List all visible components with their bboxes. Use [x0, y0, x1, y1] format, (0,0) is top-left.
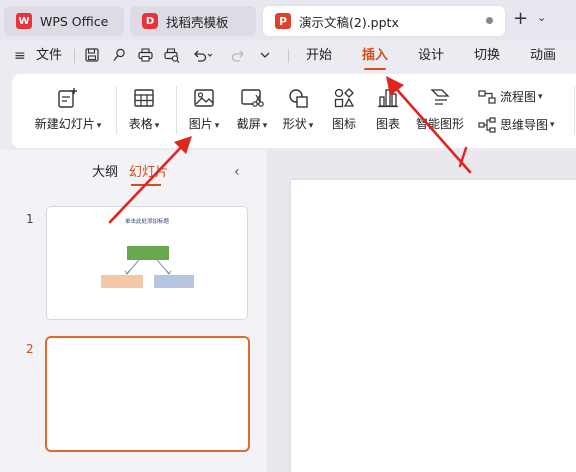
- flowchart-button[interactable]: 流程图 ▾: [478, 88, 543, 105]
- smart-graphic-icon: [430, 89, 450, 105]
- tab-wps-office[interactable]: W WPS Office: [4, 6, 124, 36]
- print-icon[interactable]: [138, 48, 153, 62]
- menu-design[interactable]: 设计: [418, 47, 444, 65]
- screenshot-label: 截屏: [236, 117, 261, 131]
- slide-navigation-panel: 大纲 幻灯片 ‹ 1 单击此处添加标题 2: [0, 150, 266, 472]
- slide-number: 2: [26, 342, 34, 356]
- shape-icon: [289, 89, 308, 108]
- chart-button[interactable]: 图表: [370, 87, 406, 132]
- tab-wps-office-label: WPS Office: [40, 13, 109, 29]
- new-tab-icon[interactable]: +: [513, 10, 528, 28]
- chart-label: 图表: [375, 117, 400, 131]
- format-painter-icon[interactable]: [112, 48, 126, 62]
- slide-thumbnail-diagram: [101, 246, 194, 288]
- active-tab-underline: [131, 184, 161, 186]
- menu-insert[interactable]: 插入: [362, 47, 388, 65]
- new-slide-button[interactable]: 新建幻灯片 ▾: [30, 87, 106, 132]
- chevron-down-icon: ▾: [262, 121, 268, 131]
- tab-outline[interactable]: 大纲: [92, 164, 118, 182]
- table-icon: [134, 89, 154, 107]
- unsaved-dot-icon[interactable]: [486, 17, 493, 24]
- chevron-down-icon: ▾: [214, 121, 220, 131]
- active-menu-underline: [364, 68, 386, 70]
- chevron-down-icon: ▾: [538, 91, 543, 102]
- collapse-panel-icon[interactable]: ‹: [234, 164, 240, 180]
- menu-file[interactable]: 文件: [36, 47, 62, 65]
- new-slide-icon: [58, 88, 77, 108]
- menu-home[interactable]: 开始: [306, 47, 332, 65]
- save-icon[interactable]: [85, 48, 99, 62]
- main-menu-icon[interactable]: ≡: [14, 48, 26, 64]
- mindmap-button[interactable]: 思维导图 ▾: [478, 116, 555, 133]
- icon-library-button[interactable]: 图标: [326, 87, 362, 132]
- slide-thumbnail-2[interactable]: [45, 336, 250, 452]
- tab-slides[interactable]: 幻灯片: [129, 164, 168, 182]
- table-label: 表格: [128, 117, 153, 131]
- flowchart-icon: [478, 89, 496, 104]
- new-slide-label: 新建幻灯片: [34, 117, 95, 131]
- smart-graphic-label: 智能图形: [415, 117, 464, 131]
- tab-document-label: 演示文稿(2).pptx: [299, 14, 399, 30]
- picture-button[interactable]: 图片 ▾: [184, 87, 224, 132]
- tab-template-store[interactable]: D 找稻壳模板: [130, 6, 256, 36]
- screenshot-button[interactable]: 截屏 ▾: [232, 87, 272, 132]
- shape-button[interactable]: 形状 ▾: [278, 87, 318, 132]
- menu-divider: [288, 49, 289, 63]
- presentation-logo-icon: P: [275, 13, 291, 29]
- slide-number: 1: [26, 212, 34, 226]
- slide-canvas[interactable]: [291, 180, 576, 472]
- chevron-down-icon: ▾: [550, 119, 555, 130]
- print-preview-icon[interactable]: [164, 48, 180, 63]
- shape-label: 形状: [282, 117, 307, 131]
- mindmap-icon: [478, 116, 496, 133]
- picture-label: 图片: [188, 117, 213, 131]
- undo-icon[interactable]: [192, 48, 214, 62]
- flowchart-label: 流程图: [500, 90, 537, 104]
- menu-bar: ≡ 文件 开始 插入 设计 切换 动画: [0, 40, 576, 72]
- title-tab-bar: W WPS Office D 找稻壳模板 P 演示文稿(2).pptx + ⌄: [0, 0, 576, 40]
- icon-library-label: 图标: [331, 117, 356, 131]
- picture-icon: [194, 89, 214, 107]
- chevron-down-icon: ▾: [96, 121, 102, 131]
- chevron-down-icon: ▾: [308, 121, 314, 131]
- redo-icon[interactable]: [232, 48, 246, 62]
- menu-divider: [74, 49, 75, 63]
- quick-access-more-icon[interactable]: [259, 48, 271, 62]
- ribbon-divider: [116, 86, 117, 134]
- menu-transition[interactable]: 切换: [474, 47, 500, 65]
- slide-thumbnail-1[interactable]: 单击此处添加标题: [46, 206, 248, 320]
- smart-graphic-button[interactable]: 智能图形: [414, 87, 466, 132]
- tab-list-chevron-icon[interactable]: ⌄: [537, 11, 546, 24]
- tab-template-store-label: 找稻壳模板: [166, 14, 229, 30]
- screenshot-icon: [241, 89, 264, 107]
- icon-library-icon: [334, 88, 355, 108]
- menu-animation[interactable]: 动画: [530, 47, 556, 65]
- ribbon-divider: [574, 86, 575, 134]
- insert-ribbon: 新建幻灯片 ▾ 表格 ▾ 图片 ▾ 截屏 ▾ 形状 ▾ 图标 图表 智能图形 流…: [12, 74, 576, 148]
- mindmap-label: 思维导图: [500, 118, 549, 132]
- editing-area: [267, 150, 576, 472]
- wps-logo-icon: W: [16, 13, 32, 29]
- ribbon-divider: [176, 86, 177, 134]
- chevron-down-icon: ▾: [154, 121, 160, 131]
- tab-document[interactable]: P 演示文稿(2).pptx: [263, 6, 505, 36]
- table-button[interactable]: 表格 ▾: [124, 87, 164, 132]
- chart-icon: [378, 89, 398, 108]
- docer-logo-icon: D: [142, 13, 158, 29]
